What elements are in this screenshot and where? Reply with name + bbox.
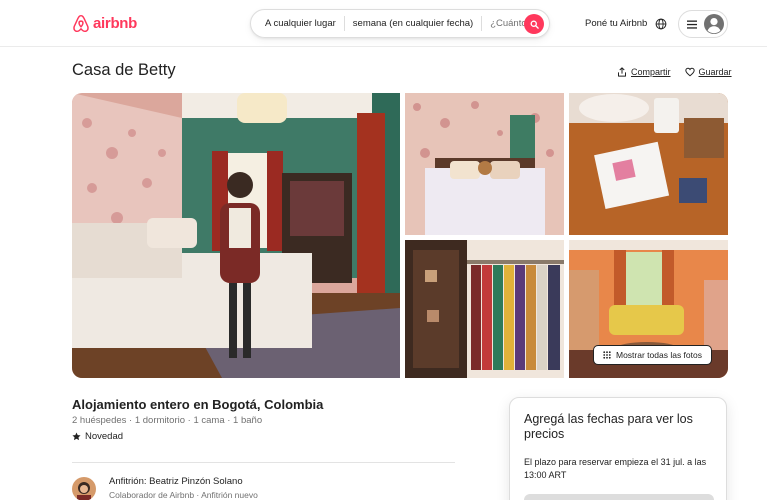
booking-card: Agregá las fechas para ver los precios E… — [509, 397, 727, 500]
photo-bedroom-main[interactable] — [72, 93, 400, 378]
listing-type-heading: Alojamiento entero en Bogotá, Colombia — [72, 397, 324, 412]
save-button[interactable]: Guardar — [684, 67, 732, 77]
star-icon — [72, 432, 81, 441]
listing-capacity: 2 huéspedes · 1 dormitorio · 1 cama · 1 … — [72, 415, 263, 426]
photo-desk[interactable] — [569, 93, 728, 235]
new-listing-badge: Novedad — [72, 431, 123, 442]
search-location-button[interactable]: A cualquier lugar — [251, 16, 344, 31]
share-icon — [618, 67, 626, 77]
search-button[interactable] — [524, 14, 544, 34]
user-menu-button[interactable] — [678, 10, 728, 38]
section-divider — [72, 462, 455, 463]
user-avatar-icon — [704, 14, 724, 34]
heart-icon — [684, 67, 695, 77]
booking-card-title: Agregá las fechas para ver los precios — [524, 412, 693, 441]
logo-text: airbnb — [93, 15, 138, 32]
title-actions: Compartir Guardar — [617, 67, 732, 77]
search-dates-button[interactable]: semana (en cualquier fecha) — [343, 16, 483, 31]
airbnb-logo[interactable]: airbnb — [72, 14, 137, 33]
globe-icon — [655, 18, 667, 30]
photo-closet[interactable] — [405, 240, 564, 378]
photo-bed[interactable] — [405, 93, 564, 235]
grid-dots-icon — [603, 351, 611, 359]
share-button[interactable]: Compartir — [617, 67, 671, 77]
airbnb-logo-icon — [73, 14, 89, 33]
show-all-photos-button[interactable]: Mostrar todas las fotos — [593, 345, 712, 365]
language-button[interactable] — [655, 17, 667, 35]
become-host-link[interactable]: Poné tu Airbnb — [585, 18, 647, 29]
show-all-photos-label: Mostrar todas las fotos — [616, 350, 702, 360]
host-avatar[interactable] — [72, 477, 96, 500]
top-header: airbnb A cualquier lugar semana (en cual… — [0, 0, 767, 47]
host-name: Anfitrión: Beatriz Pinzón Solano — [109, 476, 243, 487]
listing-title: Casa de Betty — [72, 61, 176, 79]
host-subtitle: Colaborador de Airbnb · Anfitrión nuevo — [109, 490, 258, 500]
share-label: Compartir — [631, 67, 671, 77]
save-label: Guardar — [698, 67, 732, 77]
hamburger-menu-icon — [687, 20, 697, 29]
search-icon — [530, 20, 539, 29]
booking-card-notice: El plazo para reservar empieza el 31 jul… — [524, 457, 707, 480]
search-bar[interactable]: A cualquier lugar semana (en cualquier f… — [250, 9, 550, 38]
badge-label: Novedad — [85, 431, 124, 442]
booking-card-button[interactable] — [524, 494, 714, 500]
